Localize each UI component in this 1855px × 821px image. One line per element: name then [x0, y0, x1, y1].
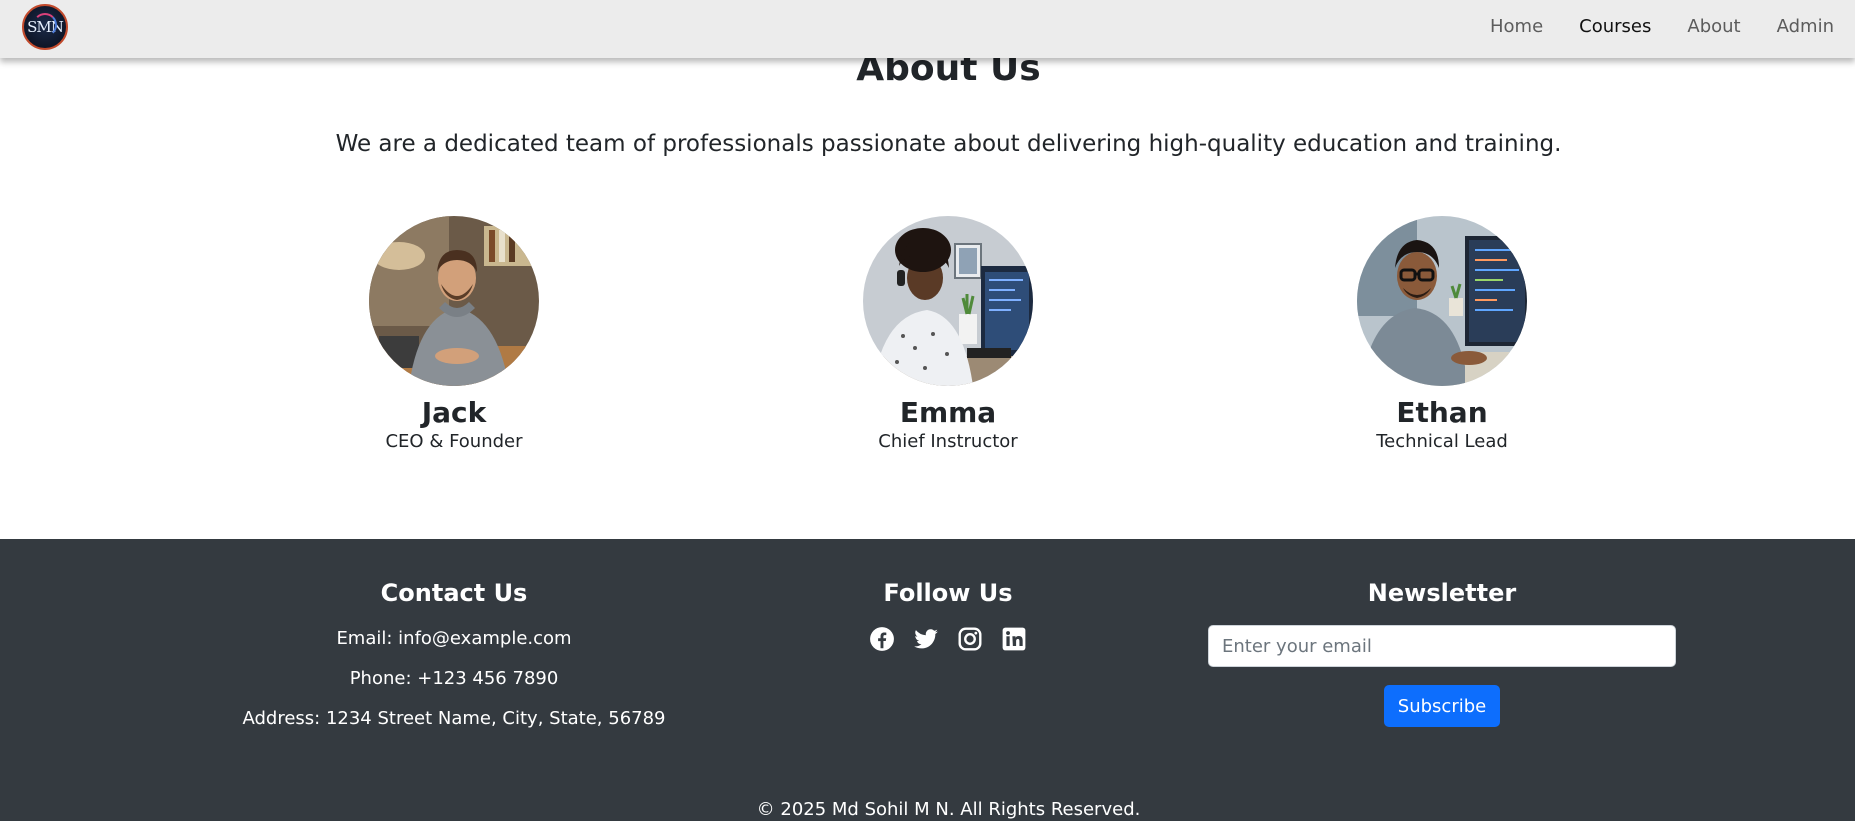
contact-phone: Phone: +123 456 7890 — [349, 668, 559, 689]
instagram-icon[interactable] — [957, 626, 983, 652]
member-role: Chief Instructor — [878, 431, 1018, 452]
about-description: We are a dedicated team of professionals… — [335, 131, 1562, 157]
contact-address: Address: 1234 Street Name, City, State, … — [242, 708, 666, 729]
newsletter-heading: Newsletter — [1367, 579, 1517, 607]
avatar-emma — [863, 216, 1033, 386]
newsletter-email-input[interactable] — [1208, 625, 1676, 667]
member-role: CEO & Founder — [385, 431, 523, 452]
member-name: Ethan — [1396, 396, 1488, 429]
avatar-ethan — [1357, 216, 1527, 386]
member-name: Jack — [421, 396, 487, 429]
team-member-emma: Emma Chief Instructor — [798, 216, 1098, 452]
logo-ring-icon — [33, 13, 57, 37]
navbar: SMN Home Courses About Admin — [0, 0, 1855, 58]
contact-heading: Contact Us — [380, 579, 528, 607]
twitter-icon[interactable] — [913, 626, 939, 652]
footer: Contact Us Email: info@example.com Phone… — [0, 539, 1855, 821]
nav-link-admin[interactable]: Admin — [1777, 16, 1834, 37]
team-member-ethan: Ethan Technical Lead — [1292, 216, 1592, 452]
nav-links: Home Courses About Admin — [1490, 0, 1834, 52]
follow-heading: Follow Us — [883, 579, 1013, 607]
nav-link-courses[interactable]: Courses — [1579, 16, 1651, 37]
nav-link-about[interactable]: About — [1687, 16, 1740, 37]
avatar-jack — [369, 216, 539, 386]
contact-section: Contact Us Email: info@example.com Phone… — [194, 579, 714, 729]
social-icons — [688, 626, 1208, 652]
logo[interactable]: SMN — [22, 4, 68, 50]
follow-section: Follow Us — [688, 579, 1208, 652]
newsletter-section: Newsletter Subscribe — [1182, 579, 1702, 727]
member-name: Emma — [899, 396, 997, 429]
linkedin-icon[interactable] — [1001, 626, 1027, 652]
copyright: © 2025 Md Sohil M N. All Rights Reserved… — [756, 799, 1141, 820]
subscribe-button[interactable]: Subscribe — [1383, 685, 1501, 727]
member-role: Technical Lead — [1376, 431, 1508, 452]
facebook-icon[interactable] — [869, 626, 895, 652]
nav-link-home[interactable]: Home — [1490, 16, 1543, 37]
team-member-jack: Jack CEO & Founder — [304, 216, 604, 452]
contact-email: Email: info@example.com — [336, 628, 572, 649]
